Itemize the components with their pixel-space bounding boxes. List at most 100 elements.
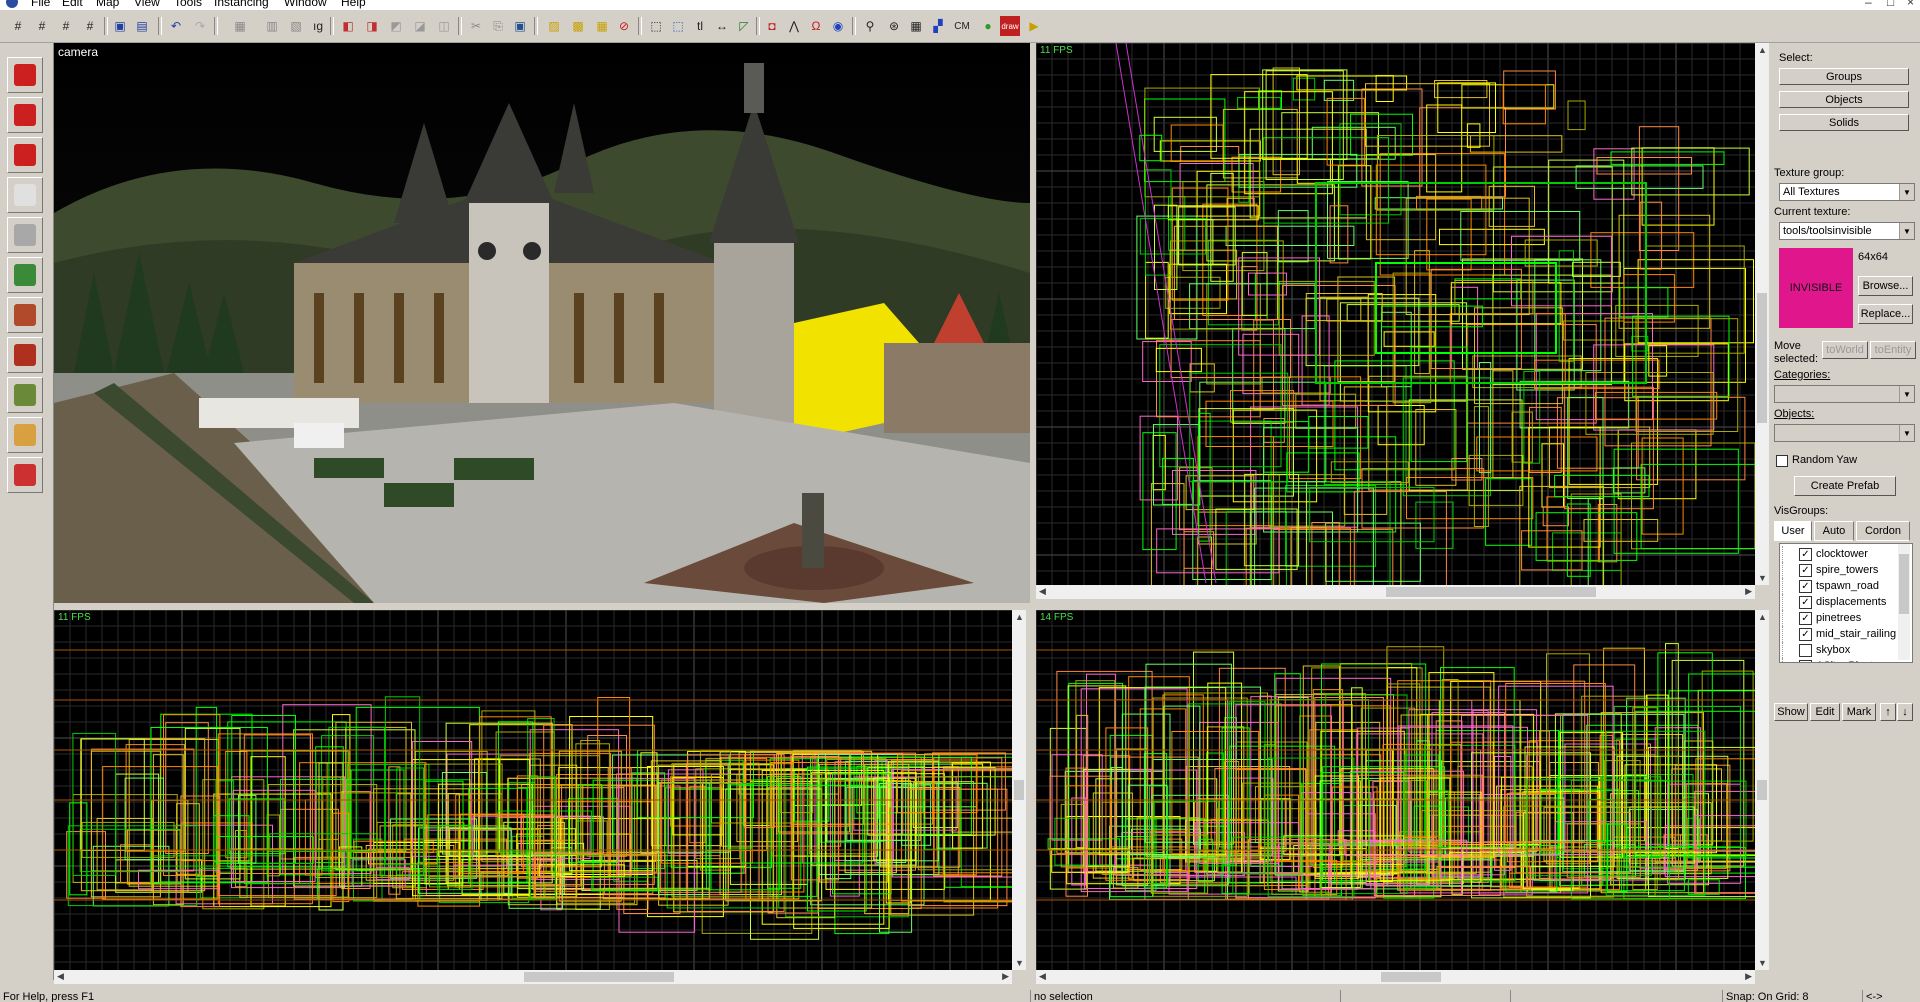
undo-icon[interactable]: ↶ (166, 16, 186, 36)
carve-group-icon[interactable]: ▦ (906, 16, 926, 36)
texture-group-select[interactable]: All Textures ▼ (1779, 183, 1915, 201)
visgroup-checkbox[interactable]: ✓ (1799, 579, 1812, 593)
show-icon[interactable]: ▩ (568, 16, 588, 36)
app-icon[interactable] (6, 0, 18, 8)
cube-icon[interactable]: ⊛ (884, 16, 904, 36)
to-entity-button[interactable]: toEntity (1870, 341, 1916, 359)
instance-icon[interactable]: ▞ (928, 16, 948, 36)
paste2-icon[interactable]: ▣ (510, 16, 530, 36)
menu-map[interactable]: Map (96, 0, 119, 9)
grid-toggle-icon[interactable]: # (80, 16, 100, 36)
select-solids-button[interactable]: Solids (1779, 114, 1909, 131)
rotate-icon[interactable]: ↔ (712, 16, 732, 36)
vertex-icon[interactable]: ◪ (410, 16, 430, 36)
visgroup-scroll[interactable] (1898, 544, 1910, 660)
visgroup-mark-button[interactable]: Mark (1842, 703, 1876, 721)
menu-instancing[interactable]: Instancing (214, 0, 269, 9)
menu-help[interactable]: Help (341, 0, 366, 9)
compile-icon[interactable]: ▶ (1024, 16, 1044, 36)
create-prefab-button[interactable]: Create Prefab (1794, 476, 1896, 496)
open-icon[interactable]: ▥ (262, 16, 282, 36)
selection-tool-button[interactable] (7, 57, 43, 93)
replace-button[interactable]: Replace... (1858, 304, 1913, 324)
menu-tools[interactable]: Tools (174, 0, 202, 9)
categories-select[interactable]: ▼ (1774, 385, 1915, 403)
visgroup-checkbox[interactable] (1799, 643, 1812, 657)
magnify-tool-button[interactable] (7, 97, 43, 133)
tab-cordon[interactable]: Cordon (1856, 521, 1910, 541)
visgroup-list[interactable]: ✓ clocktower ✓ spire_towers ✓ tspawn_road ✓ dis… (1779, 543, 1913, 663)
close-button[interactable]: × (1907, 0, 1914, 9)
move-up-icon[interactable]: ↑ (1880, 703, 1896, 721)
grid-larger-icon[interactable]: # (56, 16, 76, 36)
front-hscroll[interactable]: ◀ ▶ (54, 970, 1012, 984)
display-textures-icon[interactable]: Ω (806, 16, 826, 36)
clip-icon[interactable]: ◩ (386, 16, 406, 36)
visgroup-checkbox[interactable]: ✓ (1799, 611, 1812, 625)
visgroup-checkbox[interactable]: ✓ (1799, 547, 1812, 561)
camera-viewport[interactable]: camera (54, 43, 1030, 603)
decal-tool-button[interactable] (7, 337, 43, 373)
display-lights-icon[interactable]: ◉ (828, 16, 848, 36)
run-map-icon[interactable]: ● (978, 16, 998, 36)
overlay-tool-button[interactable] (7, 377, 43, 413)
visgroup-edit-button[interactable]: Edit (1810, 703, 1840, 721)
visgroup-item[interactable]: ✓ displacements (1782, 594, 1886, 610)
copy2-icon[interactable]: ⎘ (488, 16, 508, 36)
visgroup-checkbox[interactable]: ✓ (1799, 595, 1812, 609)
visgroup-item[interactable]: ✓ mid_stair_railing (1782, 626, 1896, 642)
cut-icon[interactable]: ✂ (466, 16, 486, 36)
texture-application-button[interactable] (7, 257, 43, 293)
tab-user[interactable]: User (1774, 521, 1812, 541)
menu-window[interactable]: Window (284, 0, 327, 9)
menu-file[interactable]: File (31, 0, 50, 9)
tab-auto[interactable]: Auto (1814, 521, 1854, 541)
visgroup-item[interactable]: ✓ spire_towers (1782, 562, 1878, 578)
visgroup-checkbox[interactable]: ✓ (1799, 563, 1812, 577)
side-hscroll[interactable]: ◀ ▶ (1036, 970, 1755, 984)
minimize-button[interactable]: – (1865, 0, 1872, 9)
display-helpers-icon[interactable]: ⋀ (784, 16, 804, 36)
visgroup-checkbox[interactable]: ✓ (1799, 627, 1812, 641)
visgroup-item[interactable]: ✓ tspawn_road (1782, 578, 1879, 594)
entity-tool-button[interactable] (7, 177, 43, 213)
select-groups-button[interactable]: Groups (1779, 68, 1909, 85)
clipping-tool-button[interactable] (7, 417, 43, 453)
visgroup-show-button[interactable]: Show (1774, 703, 1808, 721)
front-vscroll[interactable]: ▲ ▼ (1012, 610, 1026, 970)
paste-icon[interactable]: ıg (308, 16, 328, 36)
camera-tool-button[interactable] (7, 137, 43, 173)
vertex-tool-button[interactable] (7, 457, 43, 493)
browse-button[interactable]: Browse... (1858, 276, 1913, 296)
menu-view[interactable]: View (134, 0, 160, 9)
draw-button[interactable]: draw (1000, 16, 1020, 36)
display-models-icon[interactable]: ◘ (762, 16, 782, 36)
copy-icon[interactable]: ▧ (286, 16, 306, 36)
current-texture-select[interactable]: tools/toolsinvisible ▼ (1779, 222, 1915, 240)
visgroup-item[interactable]: ✓ ASite_Plants (1782, 658, 1879, 662)
ungroup-icon[interactable]: ▤ (132, 16, 152, 36)
carve-icon[interactable]: ◧ (338, 16, 358, 36)
menu-edit[interactable]: Edit (62, 0, 83, 9)
side-vscroll[interactable]: ▲ ▼ (1755, 610, 1769, 970)
to-world-button[interactable]: toWorld (1822, 341, 1868, 359)
cordon-icon[interactable]: ▦ (592, 16, 612, 36)
side-viewport[interactable]: 14 FPS (1036, 610, 1755, 970)
vertex-edit-icon[interactable]: ◸ (734, 16, 754, 36)
top-viewport[interactable]: 11 FPS (1036, 43, 1755, 585)
visgroup-checkbox[interactable]: ✓ (1799, 659, 1812, 662)
hide-icon[interactable]: ▨ (544, 16, 564, 36)
select-objects-button[interactable]: Objects (1779, 91, 1909, 108)
objects-select[interactable]: ▼ (1774, 424, 1915, 442)
disable-icon[interactable]: ⊘ (614, 16, 634, 36)
top-hscroll[interactable]: ◀ ▶ (1036, 585, 1755, 599)
front-viewport[interactable]: 11 FPS (54, 610, 1012, 970)
redo-icon[interactable]: ↷ (190, 16, 210, 36)
move-down-icon[interactable]: ↓ (1897, 703, 1913, 721)
random-yaw-checkbox[interactable] (1776, 455, 1788, 467)
save-icon[interactable]: ▦ (230, 16, 250, 36)
magnify-icon[interactable]: ⬚ (668, 16, 688, 36)
visgroup-item[interactable]: ✓ clocktower (1782, 546, 1868, 562)
maximize-button[interactable]: □ (1887, 0, 1894, 9)
grid-icon[interactable]: # (8, 16, 28, 36)
